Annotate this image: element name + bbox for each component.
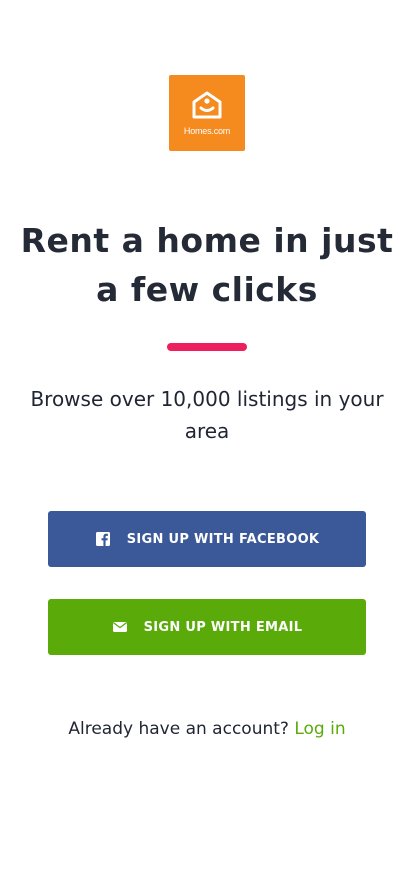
subtitle: Browse over 10,000 listings in your area <box>30 387 384 443</box>
signup-facebook-button[interactable]: SIGN UP WITH FACEBOOK <box>48 511 366 567</box>
facebook-icon <box>95 532 110 546</box>
signup-facebook-label: SIGN UP WITH FACEBOOK <box>126 531 320 547</box>
login-link[interactable]: Log in <box>294 719 345 739</box>
login-prompt: Already have an account? <box>68 719 289 739</box>
page-title: Rent a home in just a few clicks <box>20 221 394 309</box>
signup-email-button[interactable]: SIGN UP WITH EMAIL <box>48 599 366 655</box>
envelope-icon <box>112 622 127 632</box>
login-prompt-row: Already have an account? Log in <box>0 719 414 739</box>
house-icon <box>192 91 222 119</box>
homes-logo: Homes.com <box>169 75 245 151</box>
accent-divider <box>167 343 247 351</box>
signup-email-label: SIGN UP WITH EMAIL <box>143 619 303 635</box>
logo-text: Homes.com <box>183 126 231 136</box>
